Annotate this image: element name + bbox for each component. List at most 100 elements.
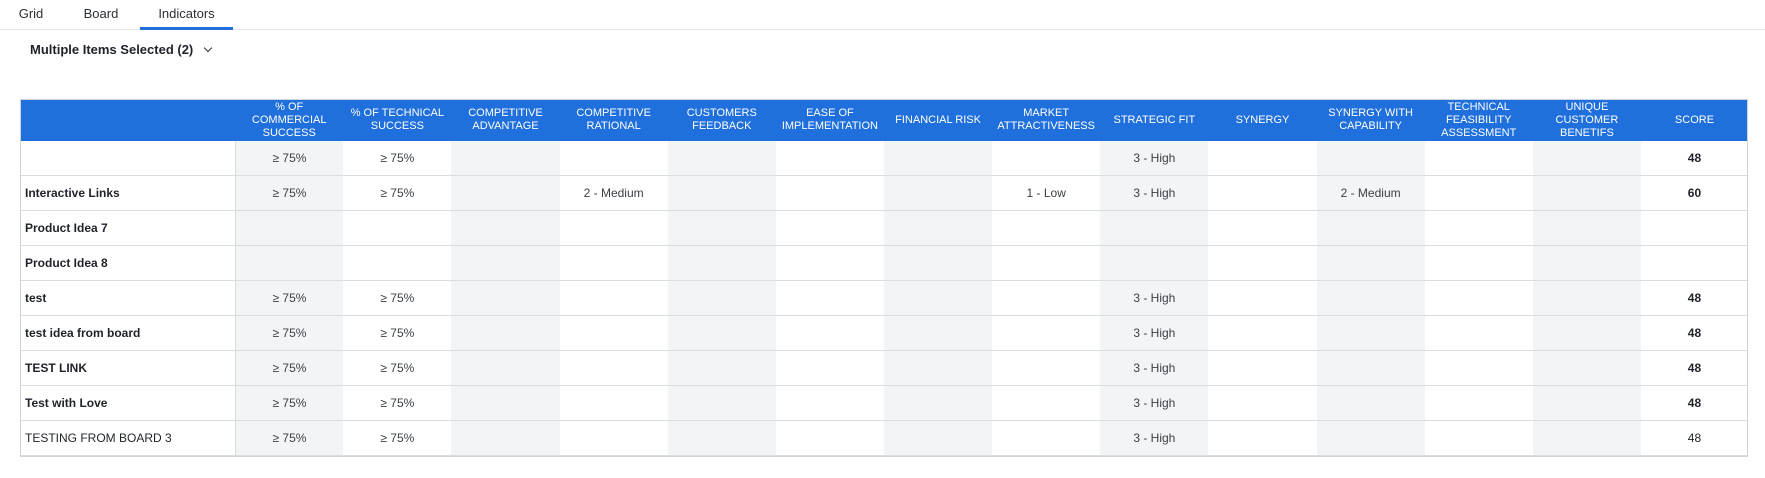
indicator-cell[interactable] [559, 141, 668, 176]
table-row[interactable]: Test with Love ≥ 75% ≥ 75% 3 - High 48 [20, 385, 1748, 421]
indicator-cell[interactable] [1424, 315, 1533, 351]
row-name-cell[interactable]: Interactive Links [20, 175, 236, 211]
indicator-cell[interactable]: 3 - High [1100, 141, 1209, 176]
indicator-cell[interactable] [451, 350, 560, 386]
indicator-cell[interactable] [1208, 141, 1317, 176]
table-row[interactable]: Product Idea 7 [20, 210, 1748, 246]
score-cell[interactable]: 60 [1640, 175, 1748, 211]
indicator-cell[interactable] [775, 245, 884, 281]
indicator-cell[interactable]: 1 - Low [992, 175, 1101, 211]
indicator-cell[interactable] [451, 385, 560, 421]
column-header[interactable]: Ease of Implementation [775, 99, 884, 141]
indicator-cell[interactable] [1532, 141, 1641, 176]
score-cell[interactable]: 48 [1640, 385, 1748, 421]
indicator-cell[interactable]: 3 - High [1100, 315, 1209, 351]
table-row[interactable]: Interactive Links ≥ 75% ≥ 75% 2 - Medium 1 -… [20, 175, 1748, 211]
indicator-cell[interactable]: ≥ 75% [235, 175, 344, 211]
indicator-cell[interactable]: 3 - High [1100, 385, 1209, 421]
indicator-cell[interactable]: ≥ 75% [343, 280, 452, 316]
indicator-cell[interactable] [1532, 245, 1641, 281]
indicator-cell[interactable] [451, 245, 560, 281]
indicator-cell[interactable] [992, 280, 1101, 316]
table-row[interactable]: TESTING FROM BOARD 3 ≥ 75% ≥ 75% 3 - High 48 [20, 420, 1748, 456]
indicator-cell[interactable] [1208, 245, 1317, 281]
indicator-cell[interactable] [559, 385, 668, 421]
indicator-cell[interactable] [559, 315, 668, 351]
indicator-cell[interactable] [667, 350, 776, 386]
score-cell[interactable] [1640, 245, 1748, 281]
column-header[interactable]: Market Attractiveness [992, 99, 1101, 141]
indicator-cell[interactable] [1208, 385, 1317, 421]
indicator-cell[interactable] [1424, 175, 1533, 211]
indicator-cell[interactable] [559, 350, 668, 386]
tab-board[interactable]: Board [68, 0, 134, 30]
column-header[interactable]: Customers Feedback [667, 99, 776, 141]
indicator-cell[interactable]: ≥ 75% [343, 175, 452, 211]
indicator-cell[interactable] [992, 245, 1101, 281]
row-name-cell[interactable]: Test with Love [20, 385, 236, 421]
indicator-cell[interactable] [1424, 141, 1533, 176]
indicator-cell[interactable] [1532, 315, 1641, 351]
score-cell[interactable]: 48 [1640, 280, 1748, 316]
indicator-cell[interactable] [667, 420, 776, 456]
indicator-cell[interactable]: ≥ 75% [235, 350, 344, 386]
indicator-cell[interactable] [1424, 420, 1533, 456]
indicator-cell[interactable] [451, 420, 560, 456]
indicator-cell[interactable]: ≥ 75% [343, 141, 452, 176]
indicator-cell[interactable] [667, 315, 776, 351]
column-header[interactable]: % of Commercial Success [235, 99, 344, 141]
row-name-cell[interactable]: Product Idea 8 [20, 245, 236, 281]
indicator-cell[interactable] [451, 175, 560, 211]
indicator-cell[interactable] [1316, 420, 1425, 456]
row-name-cell[interactable]: test idea from board [20, 315, 236, 351]
indicator-cell[interactable] [235, 210, 344, 246]
indicator-cell[interactable]: 3 - High [1100, 350, 1209, 386]
indicator-cell[interactable] [451, 210, 560, 246]
indicator-cell[interactable] [1424, 245, 1533, 281]
indicator-cell[interactable] [1532, 350, 1641, 386]
indicator-cell[interactable] [1532, 210, 1641, 246]
column-header[interactable]: Synergy with Capability [1316, 99, 1425, 141]
score-cell[interactable]: 48 [1640, 420, 1748, 456]
indicator-cell[interactable] [992, 385, 1101, 421]
row-name-cell[interactable]: test [20, 280, 236, 316]
indicator-cell[interactable]: ≥ 75% [343, 350, 452, 386]
indicator-cell[interactable] [775, 385, 884, 421]
column-header[interactable]: Score [1640, 99, 1748, 141]
column-header-name[interactable] [20, 99, 236, 141]
indicator-cell[interactable] [1208, 350, 1317, 386]
table-row[interactable]: test idea from board ≥ 75% ≥ 75% 3 - High 48 [20, 315, 1748, 351]
indicator-cell[interactable] [992, 141, 1101, 176]
table-row[interactable]: test ≥ 75% ≥ 75% 3 - High 48 [20, 280, 1748, 316]
indicator-cell[interactable] [451, 280, 560, 316]
indicator-cell[interactable] [667, 175, 776, 211]
indicator-cell[interactable] [883, 141, 993, 176]
indicator-cell[interactable]: ≥ 75% [235, 420, 344, 456]
column-header[interactable]: Competitive Rational [559, 99, 668, 141]
indicator-cell[interactable] [1424, 385, 1533, 421]
indicator-cell[interactable] [1208, 420, 1317, 456]
column-header[interactable]: Competitive Advantage [451, 99, 560, 141]
indicator-cell[interactable] [1316, 141, 1425, 176]
indicator-cell[interactable] [1208, 315, 1317, 351]
indicator-cell[interactable] [1208, 175, 1317, 211]
indicator-cell[interactable] [667, 245, 776, 281]
indicator-cell[interactable] [451, 315, 560, 351]
indicator-cell[interactable] [667, 280, 776, 316]
indicator-cell[interactable] [343, 245, 452, 281]
indicator-cell[interactable]: ≥ 75% [343, 420, 452, 456]
indicator-cell[interactable] [343, 210, 452, 246]
indicator-cell[interactable]: 3 - High [1100, 280, 1209, 316]
indicator-cell[interactable] [1532, 175, 1641, 211]
indicator-cell[interactable] [1532, 420, 1641, 456]
column-header[interactable]: Strategic Fit [1100, 99, 1209, 141]
indicator-cell[interactable] [1100, 245, 1209, 281]
indicator-cell[interactable]: ≥ 75% [343, 385, 452, 421]
indicator-cell[interactable] [992, 350, 1101, 386]
indicator-cell[interactable] [775, 420, 884, 456]
indicator-cell[interactable] [451, 141, 560, 176]
indicator-cell[interactable] [775, 315, 884, 351]
score-cell[interactable]: 48 [1640, 350, 1748, 386]
table-row[interactable]: TEST LINK ≥ 75% ≥ 75% 3 - High 48 [20, 350, 1748, 386]
indicator-cell[interactable] [775, 210, 884, 246]
